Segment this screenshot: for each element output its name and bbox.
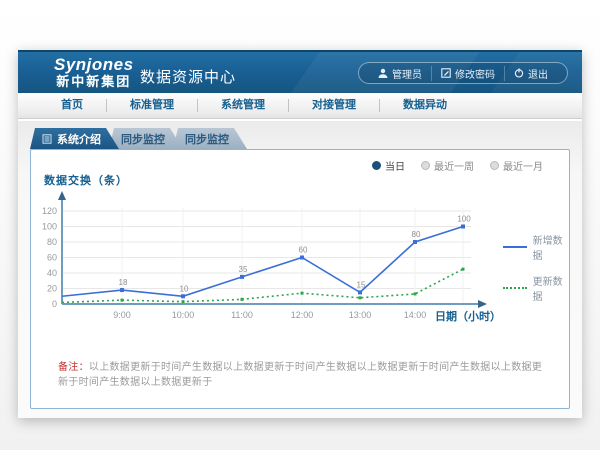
- change-password-button[interactable]: 修改密码: [431, 66, 504, 81]
- nav-item-system-mgmt[interactable]: 系统管理: [198, 93, 288, 118]
- svg-text:100: 100: [457, 215, 471, 224]
- legend-item-updated-data[interactable]: 更新数据: [503, 273, 569, 303]
- svg-text:20: 20: [47, 284, 57, 294]
- tab-label: 同步监控: [185, 131, 229, 147]
- svg-text:13:00: 13:00: [349, 310, 372, 320]
- page-title: 数据资源中心: [140, 66, 236, 87]
- user-icon: [378, 68, 388, 78]
- svg-text:80: 80: [412, 230, 421, 239]
- svg-text:80: 80: [47, 237, 57, 247]
- chart-panel: 当日 最近一周 最近一月 数据交换（条） 0204060801001209:00…: [30, 149, 570, 409]
- user-label: 管理员: [392, 66, 422, 81]
- legend-item-new-data[interactable]: 新增数据: [503, 232, 569, 262]
- svg-text:100: 100: [42, 222, 57, 232]
- tab-system-intro[interactable]: 系统介绍: [30, 128, 119, 149]
- footnote-text: 以上数据更新于时间产生数据以上数据更新于时间产生数据以上数据更新于时间产生数据以…: [58, 362, 542, 388]
- tab-label: 系统介绍: [57, 131, 101, 147]
- series-legend: 新增数据 更新数据: [503, 232, 569, 303]
- document-icon: [42, 134, 52, 144]
- svg-text:10: 10: [180, 284, 189, 293]
- content-area: 系统介绍 同步监控 同步监控 当日 最近一周: [18, 121, 582, 418]
- svg-text:15: 15: [357, 280, 366, 289]
- app-window: Synjones 新中新集团 数据资源中心 管理员 修改密码 退出 首页 标准管…: [18, 50, 582, 418]
- brand-logo-en: Synjones: [54, 56, 134, 75]
- x-axis-title: 日期（小时）: [435, 308, 501, 324]
- brand-logo: Synjones 新中新集团: [54, 56, 134, 89]
- dotted-line-swatch: [503, 287, 527, 289]
- footnote-prefix: 备注：: [58, 362, 89, 373]
- current-user-button[interactable]: 管理员: [369, 66, 431, 81]
- nav-item-home[interactable]: 首页: [38, 93, 106, 118]
- svg-text:60: 60: [299, 246, 308, 255]
- logout-label: 退出: [528, 66, 548, 81]
- logout-button[interactable]: 退出: [504, 66, 557, 81]
- svg-text:60: 60: [47, 253, 57, 263]
- svg-text:11:00: 11:00: [231, 310, 253, 320]
- svg-text:35: 35: [239, 265, 248, 274]
- logout-icon: [514, 68, 524, 78]
- change-password-label: 修改密码: [455, 66, 495, 81]
- svg-text:9:00: 9:00: [113, 310, 131, 320]
- tab-sync-monitor-1[interactable]: 同步监控: [109, 128, 183, 149]
- svg-text:10:00: 10:00: [172, 310, 195, 320]
- svg-text:40: 40: [47, 268, 57, 278]
- main-nav: 首页 标准管理 系统管理 对接管理 数据异动: [18, 93, 582, 119]
- solid-line-swatch: [503, 246, 527, 248]
- tab-label: 同步监控: [121, 131, 165, 147]
- tab-bar: 系统介绍 同步监控 同步监控: [30, 128, 247, 149]
- svg-text:12:00: 12:00: [291, 310, 314, 320]
- nav-item-data-change[interactable]: 数据异动: [380, 93, 470, 118]
- brand-logo-cn: 新中新集团: [54, 75, 134, 89]
- svg-text:0: 0: [52, 299, 57, 309]
- legend-label: 更新数据: [533, 273, 569, 303]
- edit-icon: [441, 68, 451, 78]
- nav-item-interface-mgmt[interactable]: 对接管理: [289, 93, 379, 118]
- user-toolbar: 管理员 修改密码 退出: [358, 62, 568, 84]
- app-header: Synjones 新中新集团 数据资源中心 管理员 修改密码 退出: [18, 50, 582, 93]
- tab-sync-monitor-2[interactable]: 同步监控: [173, 128, 247, 149]
- legend-label: 新增数据: [533, 232, 569, 262]
- svg-text:18: 18: [119, 278, 128, 287]
- nav-item-standard-mgmt[interactable]: 标准管理: [107, 93, 197, 118]
- svg-text:120: 120: [42, 206, 57, 216]
- footnote: 备注：以上数据更新于时间产生数据以上数据更新于时间产生数据以上数据更新于时间产生…: [58, 358, 548, 388]
- svg-text:14:00: 14:00: [404, 310, 427, 320]
